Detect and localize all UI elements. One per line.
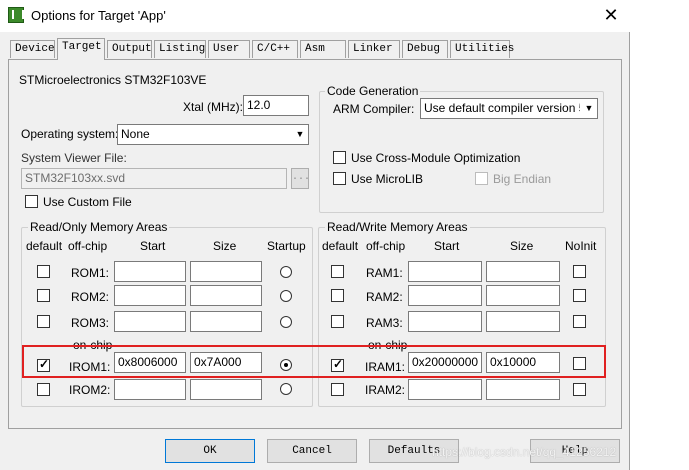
rom1-start-input[interactable] [114, 261, 186, 282]
rom3-startup-radio[interactable] [280, 316, 292, 328]
rom-header-default: default [26, 239, 63, 253]
ram2-size-input[interactable] [486, 285, 560, 306]
svd-label: System Viewer File: [21, 151, 127, 165]
rom3-default-checkbox[interactable] [37, 315, 50, 328]
rom-header-start: Start [140, 239, 166, 253]
watermark: https://blog.csdn.net/qq_41256212 [432, 445, 617, 459]
irom2-default-checkbox[interactable] [37, 383, 50, 396]
irom2-start-input[interactable] [114, 379, 186, 400]
tab-listing[interactable]: Listing [154, 40, 206, 58]
iram2-start-input[interactable] [408, 379, 482, 400]
window-title: Options for Target 'App' [31, 8, 166, 23]
rom2-size-input[interactable] [190, 285, 262, 306]
irom2-size-input[interactable] [190, 379, 262, 400]
os-select-value: None [121, 127, 150, 141]
tab-target[interactable]: Target [57, 38, 105, 60]
close-icon[interactable]: ✕ [600, 4, 622, 26]
ram3-size-input[interactable] [486, 311, 560, 332]
irom2-startup-radio[interactable] [280, 383, 292, 395]
cancel-button[interactable]: Cancel [267, 439, 357, 463]
xtal-input[interactable]: 12.0 [243, 95, 309, 116]
os-select[interactable]: None ▼ [117, 124, 309, 145]
device-name: STMicroelectronics STM32F103VE [19, 73, 207, 87]
ram-header-default: default [322, 239, 359, 253]
rom1-size-input[interactable] [190, 261, 262, 282]
chevron-down-icon: ▼ [580, 99, 597, 118]
ram-header-start: Start [434, 239, 460, 253]
rom1-label: ROM1: [71, 266, 110, 280]
os-label: Operating system: [21, 127, 119, 141]
ram3-default-checkbox[interactable] [331, 315, 344, 328]
xtal-label: Xtal (MHz): [183, 100, 243, 114]
rom1-startup-radio[interactable] [280, 266, 292, 278]
ram-header-size: Size [510, 239, 534, 253]
rom2-startup-radio[interactable] [280, 290, 292, 302]
rom-group-title: Read/Only Memory Areas [28, 220, 170, 234]
ram2-start-input[interactable] [408, 285, 482, 306]
rom3-size-input[interactable] [190, 311, 262, 332]
tab-device[interactable]: Device [10, 40, 55, 58]
code-generation-title: Code Generation [325, 84, 421, 98]
ram1-label: RAM1: [366, 266, 403, 280]
tab-linker[interactable]: Linker [348, 40, 400, 58]
ram-header-offchip: off-chip [366, 239, 406, 253]
cross-module-label: Use Cross-Module Optimization [351, 151, 521, 165]
tab-debug[interactable]: Debug [402, 40, 448, 58]
cross-module-checkbox[interactable] [333, 151, 346, 164]
iram2-size-input[interactable] [486, 379, 560, 400]
rom2-start-input[interactable] [114, 285, 186, 306]
ram3-noinit-checkbox[interactable] [573, 315, 586, 328]
svd-input[interactable]: STM32F103xx.svd [21, 168, 287, 189]
compiler-select-value: Use default compiler version 5 [424, 101, 586, 115]
custom-file-checkbox[interactable] [25, 195, 38, 208]
svd-browse-button[interactable]: ... [291, 168, 310, 189]
rom1-default-checkbox[interactable] [37, 265, 50, 278]
ram-group-title: Read/Write Memory Areas [325, 220, 470, 234]
ram1-start-input[interactable] [408, 261, 482, 282]
ram2-default-checkbox[interactable] [331, 289, 344, 302]
tab-output[interactable]: Output [107, 40, 152, 58]
ram1-size-input[interactable] [486, 261, 560, 282]
tab-user[interactable]: User [208, 40, 250, 58]
app-icon [8, 7, 24, 23]
ram2-label: RAM2: [366, 290, 403, 304]
iram2-default-checkbox[interactable] [331, 383, 344, 396]
microlib-label: Use MicroLIB [351, 172, 424, 186]
compiler-label: ARM Compiler: [333, 102, 415, 116]
rom2-label: ROM2: [71, 290, 110, 304]
ram1-default-checkbox[interactable] [331, 265, 344, 278]
custom-file-label: Use Custom File [43, 195, 132, 209]
iram2-noinit-checkbox[interactable] [573, 383, 586, 396]
tab-utilities[interactable]: Utilities [450, 40, 514, 58]
big-endian-label: Big Endian [493, 172, 552, 186]
tab-c-cpp[interactable]: C/C++ [252, 40, 298, 58]
irom2-label: IROM2: [69, 383, 111, 397]
rom-header-startup: Startup [267, 239, 306, 253]
big-endian-checkbox[interactable] [475, 172, 488, 185]
microlib-checkbox[interactable] [333, 172, 346, 185]
rom-header-size: Size [213, 239, 237, 253]
highlight-box [22, 345, 606, 378]
iram2-label: IRAM2: [365, 383, 406, 397]
compiler-select[interactable]: Use default compiler version 5 ▼ [420, 98, 598, 119]
rom3-label: ROM3: [71, 316, 110, 330]
rom3-start-input[interactable] [114, 311, 186, 332]
ram3-start-input[interactable] [408, 311, 482, 332]
ram-header-noinit: NoInit [565, 239, 597, 253]
title-bar: Options for Target 'App' ✕ [0, 0, 630, 32]
rom-header-offchip: off-chip [68, 239, 108, 253]
ram3-label: RAM3: [366, 316, 403, 330]
tab-asm[interactable]: Asm [300, 40, 346, 58]
ok-button[interactable]: OK [165, 439, 255, 463]
rom2-default-checkbox[interactable] [37, 289, 50, 302]
chevron-down-icon: ▼ [291, 125, 308, 144]
ram1-noinit-checkbox[interactable] [573, 265, 586, 278]
ram2-noinit-checkbox[interactable] [573, 289, 586, 302]
